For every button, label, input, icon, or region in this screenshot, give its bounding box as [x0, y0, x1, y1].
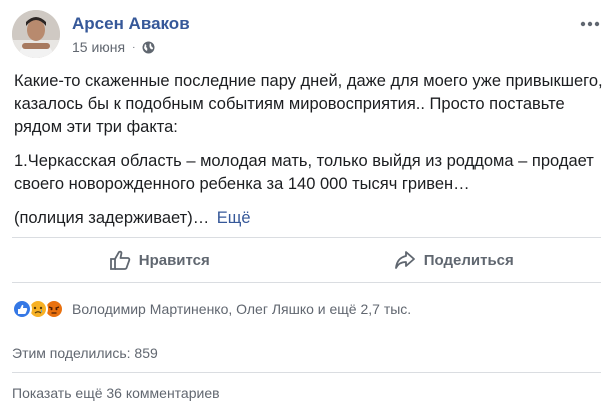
avatar-photo [12, 10, 60, 58]
post-paragraph-2: 1.Черкасская область – молодая мать, тол… [14, 152, 594, 193]
author-name[interactable]: Арсен Аваков [72, 14, 190, 34]
reactions-bar[interactable]: Володимир Мартиненко, Олег Ляшко и ещё 2… [12, 297, 411, 321]
share-button[interactable]: Поделиться [307, 238, 602, 282]
post-actions: Нравится Поделиться [12, 238, 601, 282]
post-header: Арсен Аваков 15 июня · [12, 10, 602, 60]
like-label: Нравится [138, 251, 210, 269]
like-button[interactable]: Нравится [12, 238, 307, 282]
show-more-comments-link[interactable]: Показать ещё 36 комментариев [12, 385, 220, 401]
post-meta: 15 июня · [72, 38, 155, 56]
shares-count[interactable]: Этим поделились: 859 [12, 345, 158, 361]
globe-icon [142, 41, 155, 54]
reactions-summary[interactable]: Володимир Мартиненко, Олег Ляшко и ещё 2… [72, 301, 411, 317]
share-label: Поделиться [423, 251, 514, 269]
meta-separator: · [132, 41, 136, 53]
post-body: Какие-то скаженные последние пару дней, … [14, 70, 604, 241]
divider [12, 282, 601, 283]
like-reaction-icon [12, 299, 32, 319]
avatar[interactable] [12, 10, 60, 58]
post-paragraph-3: (полиция задерживает)… Ещё [14, 207, 604, 230]
post-paragraph-1: Какие-то скаженные последние пару дней, … [14, 72, 603, 136]
thumbs-up-icon [109, 250, 130, 270]
divider [12, 372, 601, 373]
ellipsis-icon[interactable] [578, 12, 602, 36]
share-arrow-icon [394, 251, 415, 269]
post-date[interactable]: 15 июня [72, 39, 125, 55]
truncated-text: (полиция задерживает)… [14, 209, 210, 227]
see-more-link[interactable]: Ещё [217, 209, 251, 227]
